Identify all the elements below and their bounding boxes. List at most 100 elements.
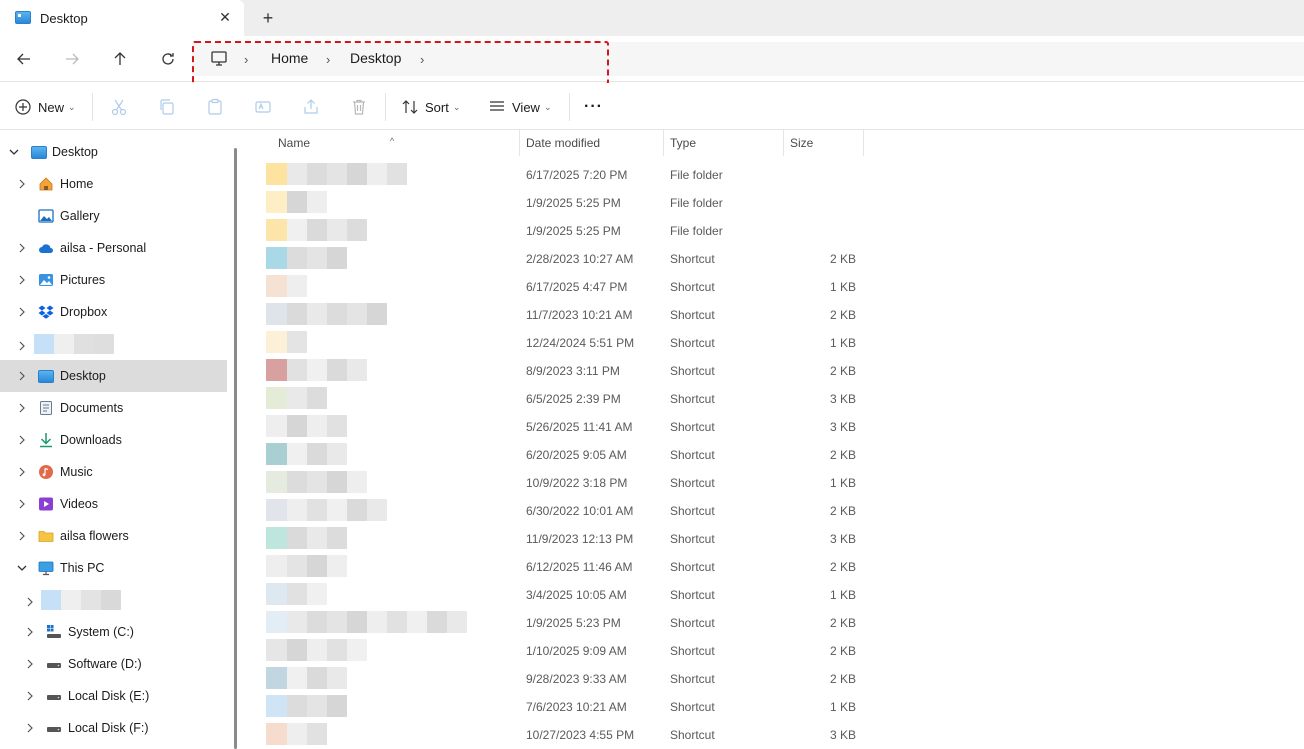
table-row[interactable]: 1/10/2025 9:09 AM Shortcut 2 KB [244,636,1304,664]
table-row[interactable]: 6/5/2025 2:39 PM Shortcut 3 KB [244,384,1304,412]
view-button[interactable]: View ⌄ [488,95,552,119]
cut-button[interactable] [110,95,128,119]
copy-button[interactable] [158,95,176,119]
back-button[interactable] [11,46,37,72]
chevron-right-icon[interactable] [16,370,28,382]
up-button[interactable] [107,46,133,72]
chevron-right-icon[interactable] [24,658,36,670]
date-modified-cell: 6/30/2022 10:01 AM [526,504,634,518]
size-cell: 3 KB [829,392,856,406]
new-tab-button[interactable]: + [258,8,278,28]
sidebar-item-music[interactable]: Music [0,456,227,488]
table-row[interactable]: 6/12/2025 11:46 AM Shortcut 2 KB [244,552,1304,580]
more-options-button[interactable]: ··· [584,95,603,119]
table-row[interactable]: 9/28/2023 9:33 AM Shortcut 2 KB [244,664,1304,692]
chevron-right-icon[interactable] [16,274,28,286]
column-header-name[interactable]: Name ^ [244,130,520,156]
column-header-size[interactable]: Size [784,130,863,156]
sidebar-item-documents[interactable]: Documents [0,392,227,424]
type-cell: File folder [670,224,723,238]
chevron-right-icon[interactable] [16,402,28,414]
table-row[interactable]: 8/9/2023 3:11 PM Shortcut 2 KB [244,356,1304,384]
table-row[interactable]: 6/30/2022 10:01 AM Shortcut 2 KB [244,496,1304,524]
table-row[interactable]: 7/6/2023 10:21 AM Shortcut 1 KB [244,692,1304,720]
sidebar-item-drive-c[interactable]: System (C:) [0,616,227,648]
tab-desktop[interactable]: Desktop ✕ [0,0,244,36]
refresh-button[interactable] [155,46,181,72]
close-tab-button[interactable]: ✕ [216,8,234,26]
chevron-right-icon[interactable] [24,596,36,608]
chevron-down-icon[interactable] [8,146,20,158]
refresh-icon [162,53,174,65]
column-header-date-modified[interactable]: Date modified [520,130,663,156]
table-row[interactable]: 1/9/2025 5:23 PM Shortcut 2 KB [244,608,1304,636]
sidebar-item-videos[interactable]: Videos [0,488,227,520]
chevron-right-icon[interactable] [24,690,36,702]
column-header-type[interactable]: Type [664,130,783,156]
sidebar-item-downloads[interactable]: Downloads [0,424,227,456]
chevron-right-icon[interactable] [16,178,28,190]
column-divider[interactable] [863,130,864,156]
redacted-file-name [287,359,307,381]
share-button[interactable] [302,95,320,119]
redacted-file-name [307,415,327,437]
sidebar-item-drive-e[interactable]: Local Disk (E:) [0,680,227,712]
sidebar-item-this-pc[interactable]: This PC [0,552,227,584]
redacted-file-name [347,471,367,493]
sidebar-scrollbar[interactable] [234,148,237,749]
shortcut-icon [266,415,287,437]
type-cell: Shortcut [670,420,715,434]
table-row[interactable]: 6/17/2025 4:47 PM Shortcut 1 KB [244,272,1304,300]
chevron-right-icon[interactable] [24,722,36,734]
size-cell: 2 KB [829,364,856,378]
redacted-file-name [367,303,387,325]
table-row[interactable]: 3/4/2025 10:05 AM Shortcut 1 KB [244,580,1304,608]
new-button[interactable]: New ⌄ [14,95,76,119]
sidebar-item-drive-d[interactable]: Software (D:) [0,648,227,680]
sidebar-item-redacted[interactable] [0,584,227,616]
chevron-right-icon[interactable] [16,434,28,446]
redacted-block [74,334,94,354]
tab-title: Desktop [40,11,88,26]
table-row[interactable]: 6/17/2025 7:20 PM File folder [244,160,1304,188]
table-row[interactable]: 12/24/2024 5:51 PM Shortcut 1 KB [244,328,1304,356]
sidebar-item-drive-f[interactable]: Local Disk (F:) [0,712,227,744]
table-row[interactable]: 5/26/2025 11:41 AM Shortcut 3 KB [244,412,1304,440]
chevron-right-icon[interactable] [24,626,36,638]
table-row[interactable]: 10/9/2022 3:18 PM Shortcut 1 KB [244,468,1304,496]
table-row[interactable]: 1/9/2025 5:25 PM File folder [244,216,1304,244]
table-row[interactable]: 2/28/2023 10:27 AM Shortcut 2 KB [244,244,1304,272]
redacted-file-name [287,667,307,689]
chevron-right-icon[interactable] [16,530,28,542]
delete-button[interactable] [350,95,368,119]
chevron-right-icon[interactable] [16,306,28,318]
sidebar-item-gallery[interactable]: Gallery [0,200,227,232]
forward-button[interactable] [59,46,85,72]
chevron-right-icon[interactable] [16,466,28,478]
sidebar-item-dropbox[interactable]: Dropbox [0,296,227,328]
sidebar-item-desktop[interactable]: Desktop [0,360,227,392]
table-row[interactable]: 10/27/2023 4:55 PM Shortcut 3 KB [244,720,1304,748]
sidebar-item-pictures[interactable]: Pictures [0,264,227,296]
table-row[interactable]: 11/7/2023 10:21 AM Shortcut 2 KB [244,300,1304,328]
sidebar-item-ailsa-flowers[interactable]: ailsa flowers [0,520,227,552]
shortcut-icon [266,667,287,689]
redacted-file-name [307,443,327,465]
type-cell: Shortcut [670,336,715,350]
chevron-right-icon[interactable] [16,340,28,352]
paste-button[interactable] [206,95,224,119]
pictures-icon [39,274,53,286]
chevron-down-icon[interactable] [16,562,28,574]
sort-button[interactable]: Sort ⌄ [401,95,460,119]
table-row[interactable]: 11/9/2023 12:13 PM Shortcut 3 KB [244,524,1304,552]
sidebar-item-home[interactable]: Home [0,168,227,200]
table-row[interactable]: 6/20/2025 9:05 AM Shortcut 2 KB [244,440,1304,468]
sidebar-item-desktop-root[interactable]: Desktop [0,136,227,168]
sidebar-item-onedrive[interactable]: ailsa - Personal [0,232,227,264]
chevron-right-icon[interactable] [16,242,28,254]
chevron-right-icon[interactable] [16,498,28,510]
sort-icon [402,100,418,114]
table-row[interactable]: 1/9/2025 5:25 PM File folder [244,188,1304,216]
rename-button[interactable] [254,95,272,119]
sidebar-item-redacted[interactable] [0,328,227,360]
